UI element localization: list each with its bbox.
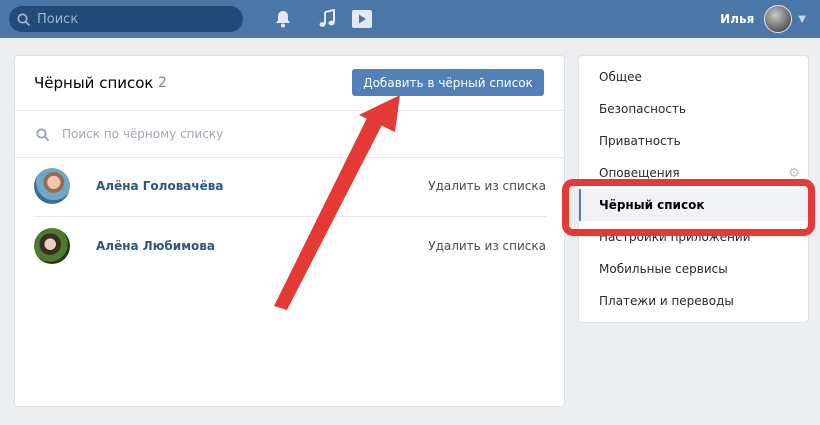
annotation-arrow (274, 95, 400, 310)
